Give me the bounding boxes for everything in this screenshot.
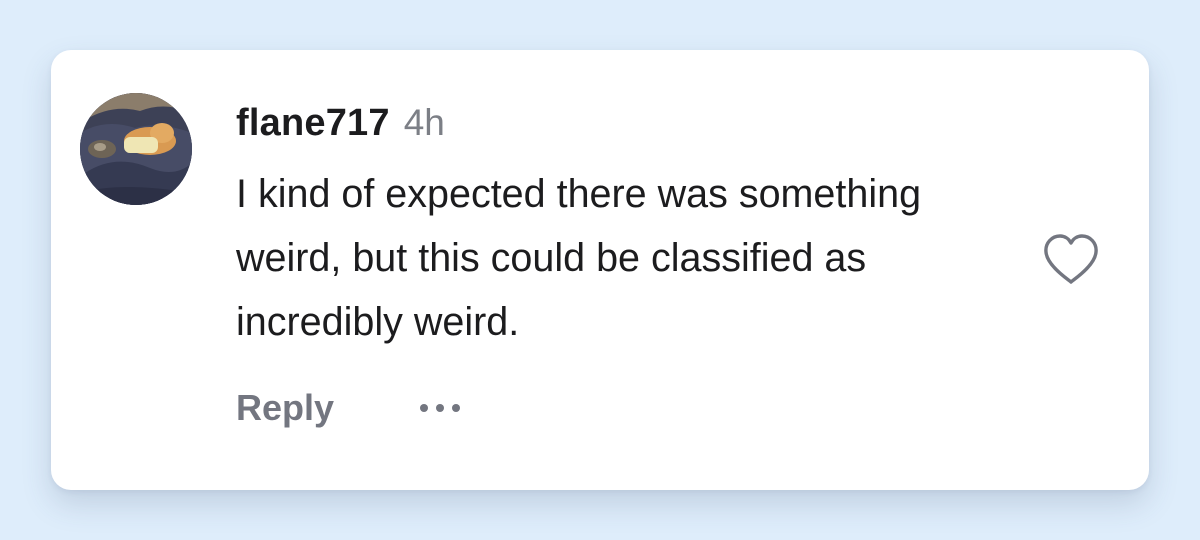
- more-options-button[interactable]: [420, 398, 461, 418]
- like-button[interactable]: [1041, 232, 1101, 288]
- comment-body: flane717 4h I kind of expected there was…: [236, 102, 976, 354]
- ellipsis-icon: [452, 404, 461, 412]
- heart-outline-icon: [1044, 234, 1098, 284]
- comment-header: flane717 4h: [236, 102, 976, 150]
- comment-actions: Reply: [236, 384, 461, 432]
- avatar[interactable]: [80, 93, 192, 205]
- username-link[interactable]: flane717: [236, 102, 390, 145]
- avatar-image: [80, 93, 192, 205]
- timestamp: 4h: [403, 102, 445, 143]
- ellipsis-icon: [420, 404, 429, 412]
- comment-card: flane717 4h I kind of expected there was…: [51, 50, 1149, 490]
- ellipsis-icon: [436, 404, 445, 412]
- comment-text: I kind of expected there was something w…: [236, 172, 922, 344]
- reply-button[interactable]: Reply: [236, 387, 334, 429]
